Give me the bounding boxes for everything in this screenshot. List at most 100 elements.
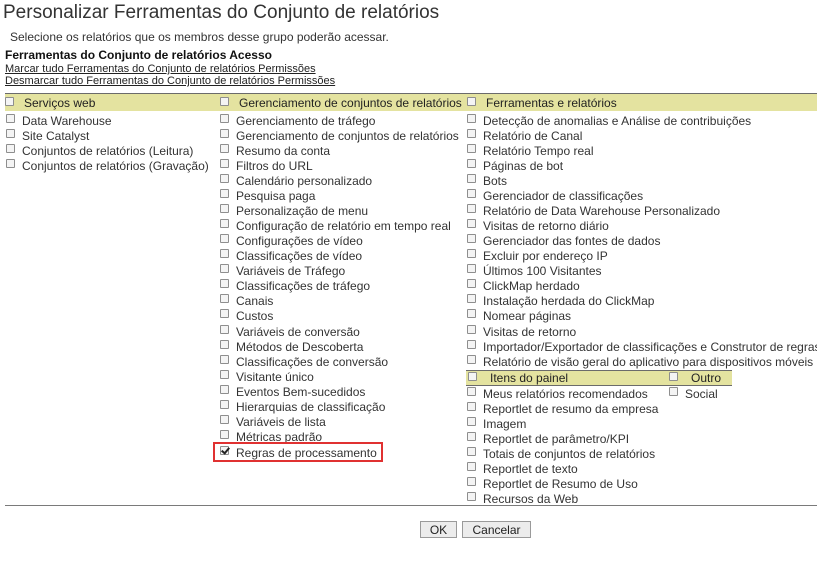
other-header-checkbox[interactable] [669,371,678,381]
item-checkbox[interactable] [220,400,229,409]
item-checkbox[interactable] [467,447,476,456]
item-checkbox[interactable] [220,204,229,213]
item-checkbox[interactable] [467,159,476,168]
item-checkbox[interactable] [467,325,476,334]
item-checkbox[interactable] [467,174,476,183]
col-header-tools-reports-checkbox[interactable] [467,96,476,106]
list-item[interactable]: Canais [220,293,273,308]
item-checkbox[interactable] [467,417,476,426]
list-item[interactable]: Reportlet de texto [467,461,578,476]
item-checkbox[interactable] [467,114,476,123]
list-item[interactable]: Reportlet de Resumo de Uso [467,476,638,491]
list-item[interactable]: Gerenciador de classificações [467,188,643,203]
item-checkbox[interactable] [669,387,678,396]
item-checkbox[interactable] [220,325,229,334]
list-item[interactable]: Relatório de Data Warehouse Personalizad… [467,203,720,218]
list-item[interactable]: Site Catalyst [6,128,89,143]
list-item[interactable]: Instalação herdada do ClickMap [467,293,654,308]
item-checkbox[interactable] [220,415,229,424]
item-checkbox[interactable] [6,144,15,153]
item-checkbox[interactable] [467,234,476,243]
select-all-link[interactable]: Marcar tudo Ferramentas do Conjunto de r… [5,63,316,75]
item-checkbox[interactable] [220,144,229,153]
list-item[interactable]: Calendário personalizado [220,173,372,188]
item-checkbox[interactable] [220,355,229,364]
list-item[interactable]: Conjuntos de relatórios (Gravação) [6,158,209,173]
col-header-report-suite-mgmt-checkbox[interactable] [220,96,229,106]
item-checkbox[interactable] [220,340,229,349]
item-checkbox[interactable] [220,264,229,273]
list-item[interactable]: Métodos de Descoberta [220,339,363,354]
list-item[interactable]: Bots [467,173,507,188]
list-item[interactable]: Visitante único [220,369,314,384]
item-checkbox[interactable] [467,294,476,303]
list-item[interactable]: Reportlet de resumo da empresa [467,401,658,416]
item-checkbox[interactable] [220,249,229,258]
list-item[interactable]: Custos [220,308,273,323]
list-item[interactable]: ClickMap herdado [467,278,580,293]
list-item[interactable]: Personalização de menu [220,203,368,218]
col-header-web-services-checkbox[interactable] [5,96,14,106]
item-checkbox[interactable] [220,385,229,394]
list-item[interactable]: Variáveis de conversão [220,324,360,339]
item-checkbox[interactable] [467,340,476,349]
list-item[interactable]: Configurações de vídeo [220,233,363,248]
list-item[interactable]: Eventos Bem-sucedidos [220,384,365,399]
list-item[interactable]: Gerenciamento de conjuntos de relatórios [220,128,459,143]
list-item[interactable]: Classificações de conversão [220,354,388,369]
item-checkbox[interactable] [467,204,476,213]
item-checkbox[interactable] [220,234,229,243]
list-item[interactable]: Reportlet de parâmetro/KPI [467,431,629,446]
item-checkbox[interactable] [467,309,476,318]
list-item[interactable]: Gerenciador das fontes de dados [467,233,660,248]
list-item[interactable]: Visitas de retorno diário [467,218,609,233]
list-item[interactable]: Variáveis de lista [220,414,326,429]
ok-button[interactable]: OK [420,521,457,538]
item-checkbox[interactable] [467,249,476,258]
list-item[interactable]: Hierarquias de classificação [220,399,385,414]
item-checkbox[interactable] [467,279,476,288]
item-checkbox[interactable] [6,159,15,168]
item-checkbox[interactable] [220,174,229,183]
item-checkbox[interactable] [6,114,15,123]
cancel-button[interactable]: Cancelar [462,521,531,538]
item-checkbox[interactable] [467,387,476,396]
item-checkbox[interactable] [220,219,229,228]
list-item[interactable]: Filtros do URL [220,158,313,173]
list-item[interactable]: Últimos 100 Visitantes [467,263,602,278]
list-item[interactable]: Resumo da conta [220,143,330,158]
list-item[interactable]: Detecção de anomalias e Análise de contr… [467,113,751,128]
list-item[interactable]: Gerenciamento de tráfego [220,113,375,128]
item-checkbox[interactable] [220,279,229,288]
item-checkbox[interactable] [467,189,476,198]
item-checkbox[interactable] [467,462,476,471]
list-item[interactable]: Classificações de tráfego [220,278,370,293]
item-checkbox[interactable] [467,355,476,364]
list-item[interactable]: Relatório de visão geral do aplicativo p… [467,354,813,369]
item-checkbox[interactable] [6,129,15,138]
item-checkbox[interactable] [467,402,476,411]
item-checkbox[interactable] [467,129,476,138]
list-item[interactable]: Visitas de retorno [467,324,576,339]
item-checkbox[interactable] [220,159,229,168]
list-item[interactable]: Classificações de vídeo [220,248,362,263]
list-item[interactable]: Relatório de Canal [467,128,582,143]
item-checkbox[interactable] [220,309,229,318]
list-item[interactable]: Configuração de relatório em tempo real [220,218,451,233]
list-item[interactable]: Data Warehouse [6,113,112,128]
item-checkbox[interactable] [467,492,476,501]
list-item[interactable]: Totais de conjuntos de relatórios [467,446,655,461]
list-item[interactable]: Páginas de bot [467,158,563,173]
item-checkbox[interactable] [467,219,476,228]
list-item[interactable]: Meus relatórios recomendados [467,386,648,401]
list-item[interactable]: Relatório Tempo real [467,143,594,158]
item-checkbox[interactable] [467,432,476,441]
list-item[interactable]: Excluir por endereço IP [467,248,608,263]
item-checkbox[interactable] [467,264,476,273]
item-checkbox[interactable] [220,370,229,379]
list-item[interactable]: Social [669,386,718,401]
deselect-all-link[interactable]: Desmarcar tudo Ferramentas do Conjunto d… [5,75,335,87]
item-checkbox[interactable] [467,144,476,153]
list-item[interactable]: Variáveis de Tráfego [220,263,345,278]
item-checkbox[interactable] [220,114,229,123]
